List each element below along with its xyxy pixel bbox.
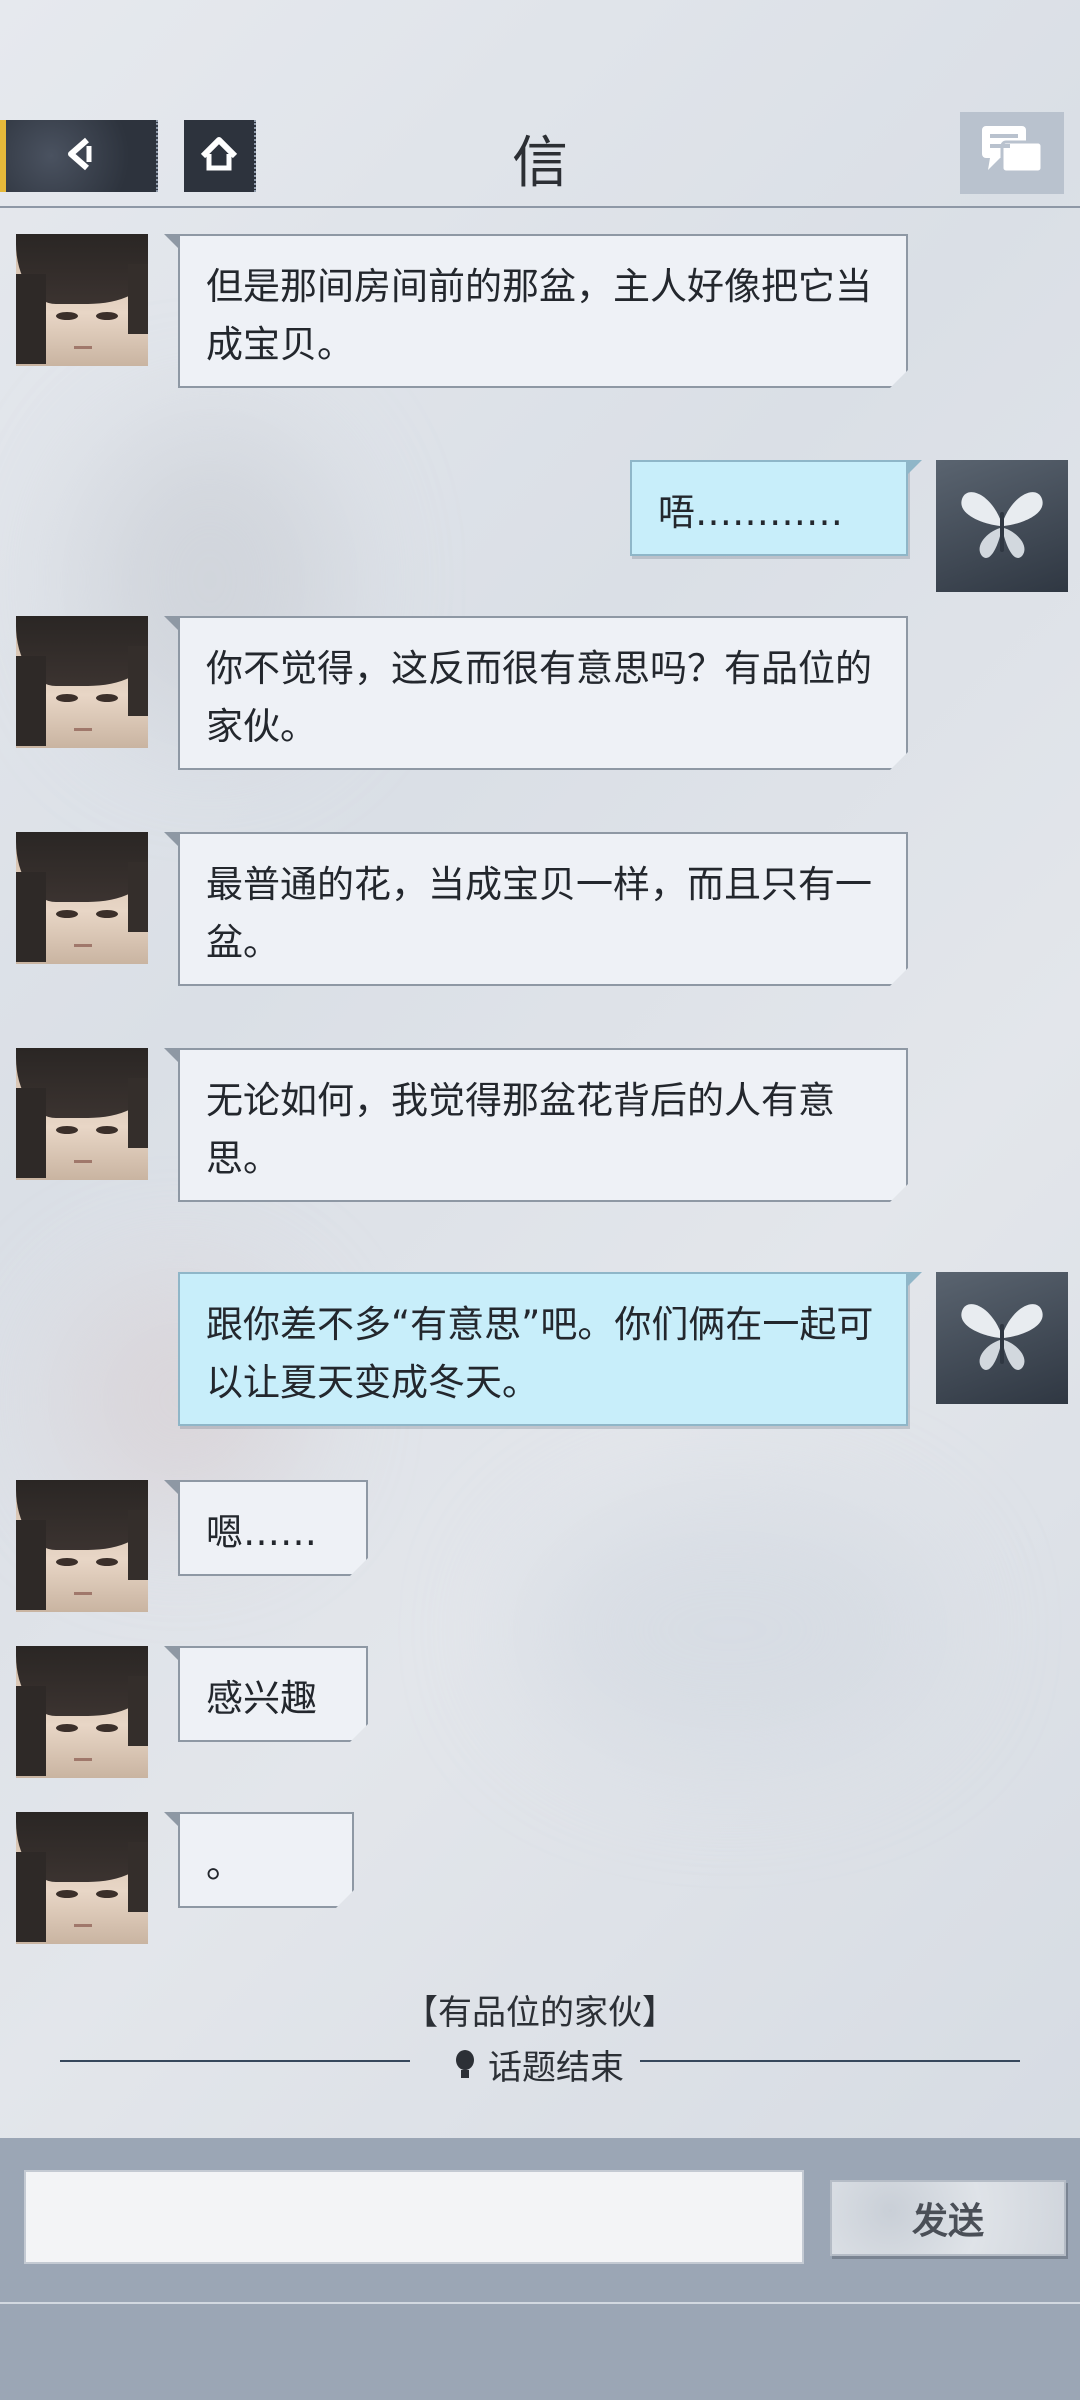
npc-avatar[interactable] [16, 832, 148, 964]
header-divider [0, 206, 1080, 208]
butterfly-icon [952, 474, 1052, 578]
message-text: 感兴趣 [206, 1677, 317, 1720]
my-avatar[interactable] [936, 460, 1068, 592]
send-button[interactable]: 发送 [830, 2180, 1066, 2256]
npc-message-bubble: 嗯…… [178, 1480, 368, 1576]
npc-avatar[interactable] [16, 616, 148, 748]
message-text: 跟你差不多“有意思”吧。你们俩在一起可以让夏天变成冬天。 [206, 1303, 874, 1404]
message-text: 唔………… [658, 491, 843, 534]
bottom-divider [0, 2302, 1080, 2304]
header-bar: 信 [0, 0, 1080, 208]
npc-avatar[interactable] [16, 234, 148, 366]
message-text: 但是那间房间前的那盆，主人好像把它当成宝贝。 [206, 265, 872, 366]
npc-avatar[interactable] [16, 1480, 148, 1612]
message-text: 无论如何，我觉得那盆花背后的人有意思。 [206, 1079, 835, 1180]
back-button[interactable] [0, 120, 158, 192]
butterfly-icon [952, 1286, 1052, 1390]
page-title: 信 [512, 131, 568, 196]
my-avatar[interactable] [936, 1272, 1068, 1404]
home-button[interactable] [184, 120, 256, 192]
my-message-bubble: 跟你差不多“有意思”吧。你们俩在一起可以让夏天变成冬天。 [178, 1272, 908, 1426]
topic-tag: 【有品位的家伙】 [404, 1993, 676, 2033]
npc-message-bubble: 感兴趣 [178, 1646, 368, 1742]
npc-avatar[interactable] [16, 1048, 148, 1180]
back-arrow-icon [61, 134, 101, 178]
home-icon [199, 134, 239, 178]
message-text: 最普通的花，当成宝贝一样，而且只有一盆。 [206, 863, 872, 964]
npc-avatar[interactable] [16, 1812, 148, 1944]
chat-list-button[interactable] [960, 112, 1064, 194]
npc-message-bubble: 你不觉得，这反而很有意思吗？有品位的家伙。 [178, 616, 908, 770]
message-text: 你不觉得，这反而很有意思吗？有品位的家伙。 [206, 647, 872, 748]
topic-end-label: 话题结束 [488, 2048, 624, 2088]
npc-message-bubble: 无论如何，我觉得那盆花背后的人有意思。 [178, 1048, 908, 1202]
npc-message-bubble: 但是那间房间前的那盆，主人好像把它当成宝贝。 [178, 234, 908, 388]
npc-avatar[interactable] [16, 1646, 148, 1778]
chat-bubbles-icon [978, 122, 1046, 184]
message-input[interactable] [24, 2170, 804, 2264]
message-text: 。 [206, 1843, 243, 1886]
npc-message-bubble: 最普通的花，当成宝贝一样，而且只有一盆。 [178, 832, 908, 986]
lightbulb-icon [456, 2049, 474, 2080]
message-text: 嗯…… [206, 1511, 317, 1554]
my-message-bubble: 唔………… [630, 460, 908, 556]
topic-end: 话题结束 [0, 2040, 1080, 2089]
npc-message-bubble: 。 [178, 1812, 354, 1908]
